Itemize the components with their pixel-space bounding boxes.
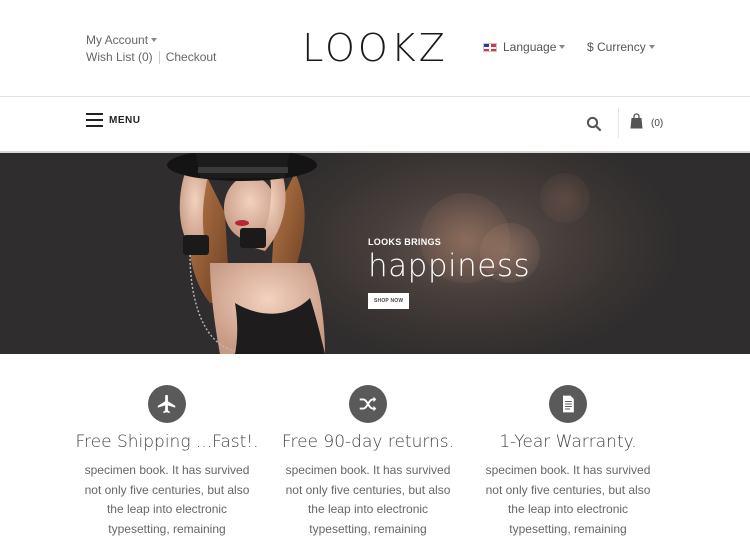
shopping-bag-icon: [630, 113, 643, 129]
airplane-icon: [148, 385, 186, 423]
hero-banner[interactable]: LOOKS BRINGS happiness SHOP NOW: [0, 153, 750, 354]
document-icon: [549, 385, 587, 423]
feature-warranty: 1-Year Warranty. specimen book. It has s…: [468, 385, 668, 539]
menu-label: MENU: [109, 114, 141, 126]
currency-label: $ Currency: [587, 40, 646, 54]
feature-shipping: Free Shipping ...Fast!. specimen book. I…: [67, 385, 267, 539]
feature-title: Free 90-day returns.: [281, 432, 455, 452]
hamburger-icon: [86, 113, 103, 127]
search-icon[interactable]: [586, 116, 602, 132]
checkout-link[interactable]: Checkout: [166, 50, 217, 64]
my-account-link[interactable]: My Account: [86, 33, 148, 47]
nav-divider: [618, 108, 619, 138]
currency-selector[interactable]: $ Currency: [587, 40, 655, 54]
menu-button[interactable]: MENU: [86, 113, 140, 127]
cart-count: (0): [651, 118, 664, 129]
feature-returns: Free 90-day returns. specimen book. It h…: [268, 385, 468, 539]
feature-title: 1-Year Warranty.: [499, 432, 637, 452]
main-nav: MENU (0): [0, 97, 750, 153]
hero-caption: LOOKS BRINGS happiness SHOP NOW: [368, 237, 530, 309]
chevron-down-icon: [648, 45, 655, 49]
language-label: Language: [503, 40, 557, 54]
uk-flag-icon: [483, 42, 497, 52]
account-links: My Account Wish List (0) Checkout: [86, 32, 216, 65]
cart-button[interactable]: (0): [630, 113, 663, 129]
feature-description: specimen book. It has survived not only …: [285, 463, 451, 536]
hero-model-image: [167, 153, 325, 354]
chevron-down-icon: [559, 45, 566, 49]
divider: [158, 50, 160, 64]
hero-kicker: LOOKS BRINGS: [368, 237, 442, 247]
feature-description: specimen book. It has survived not only …: [84, 463, 250, 536]
site-logo[interactable]: LOOKZ: [300, 26, 450, 70]
shuffle-icon: [349, 385, 387, 423]
feature-title: Free Shipping ...Fast!.: [75, 432, 259, 452]
wishlist-link[interactable]: Wish List (0): [86, 50, 153, 64]
bokeh-light: [540, 173, 590, 223]
feature-description: specimen book. It has survived not only …: [485, 463, 651, 536]
site-header: My Account Wish List (0) Checkout LOOKZ …: [0, 0, 750, 97]
shop-now-button[interactable]: SHOP NOW: [368, 293, 410, 309]
hero-title: happiness: [368, 248, 531, 284]
chevron-down-icon: [151, 38, 158, 42]
language-selector[interactable]: Language: [483, 40, 566, 54]
